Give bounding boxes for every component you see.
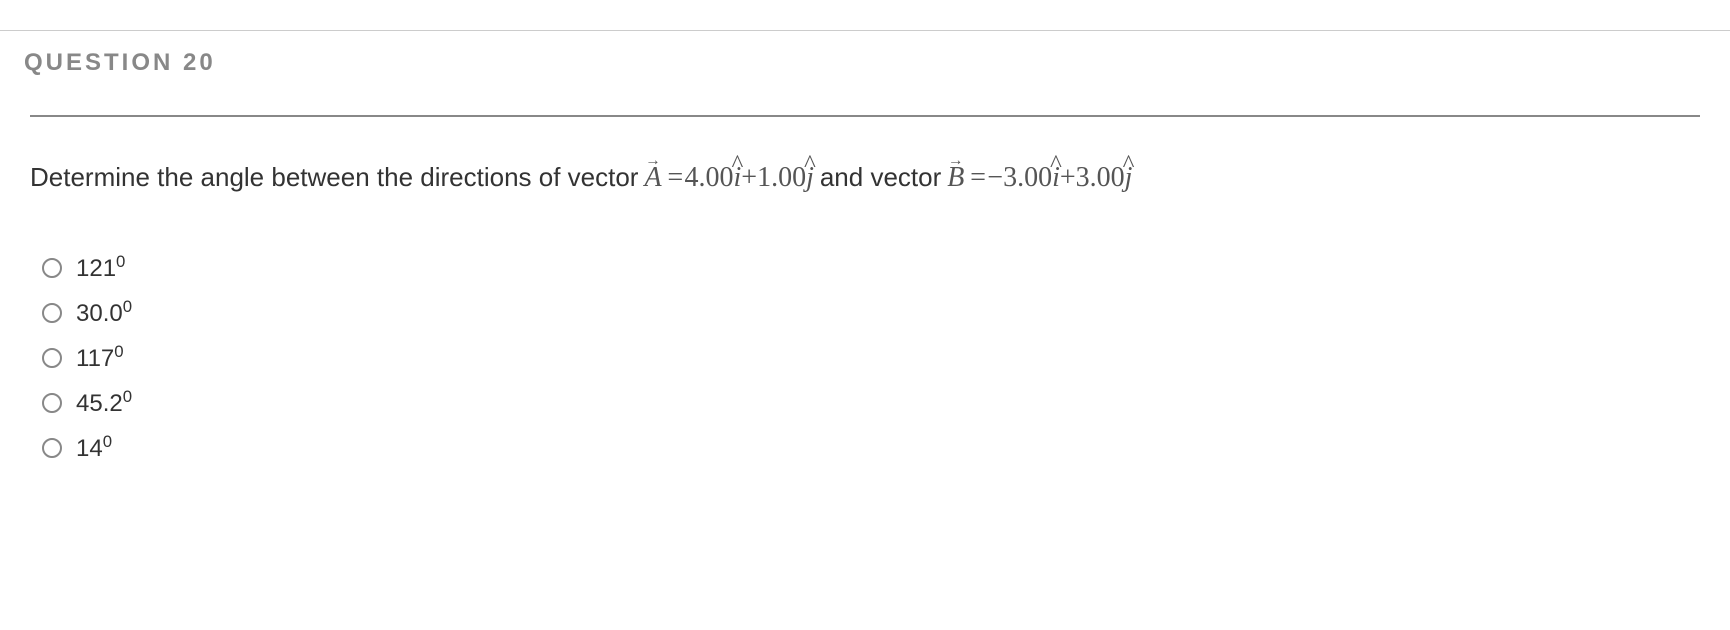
i-hat-icon: i — [733, 157, 741, 199]
radio-icon[interactable] — [42, 258, 62, 278]
question-number: QUESTION 20 — [0, 31, 1730, 95]
vector-a-expression: A = 4.00 i + 1.00 j — [644, 157, 813, 199]
radio-icon[interactable] — [42, 303, 62, 323]
option-label: 1210 — [76, 254, 125, 281]
option-2[interactable]: 30.00 — [42, 299, 1700, 326]
option-label: 140 — [76, 434, 112, 461]
radio-icon[interactable] — [42, 438, 62, 458]
radio-icon[interactable] — [42, 348, 62, 368]
option-4[interactable]: 45.20 — [42, 389, 1700, 416]
vector-a-symbol: A — [644, 157, 661, 199]
vector-b-symbol: B — [947, 157, 964, 199]
divider — [30, 115, 1700, 117]
option-label: 45.20 — [76, 389, 132, 416]
option-1[interactable]: 1210 — [42, 254, 1700, 281]
question-prefix: Determine the angle between the directio… — [30, 158, 638, 197]
vector-b-expression: B = − 3.00 i + 3.00 j — [947, 157, 1132, 199]
answer-options: 1210 30.00 1170 45.20 140 — [30, 254, 1700, 461]
option-label: 1170 — [76, 344, 124, 371]
question-mid: and vector — [820, 158, 941, 197]
j-hat-icon: j — [1125, 157, 1133, 199]
question-text: Determine the angle between the directio… — [30, 157, 1700, 199]
radio-icon[interactable] — [42, 393, 62, 413]
i-hat-icon: i — [1052, 157, 1060, 199]
j-hat-icon: j — [806, 157, 814, 199]
option-3[interactable]: 1170 — [42, 344, 1700, 371]
option-label: 30.00 — [76, 299, 132, 326]
option-5[interactable]: 140 — [42, 434, 1700, 461]
